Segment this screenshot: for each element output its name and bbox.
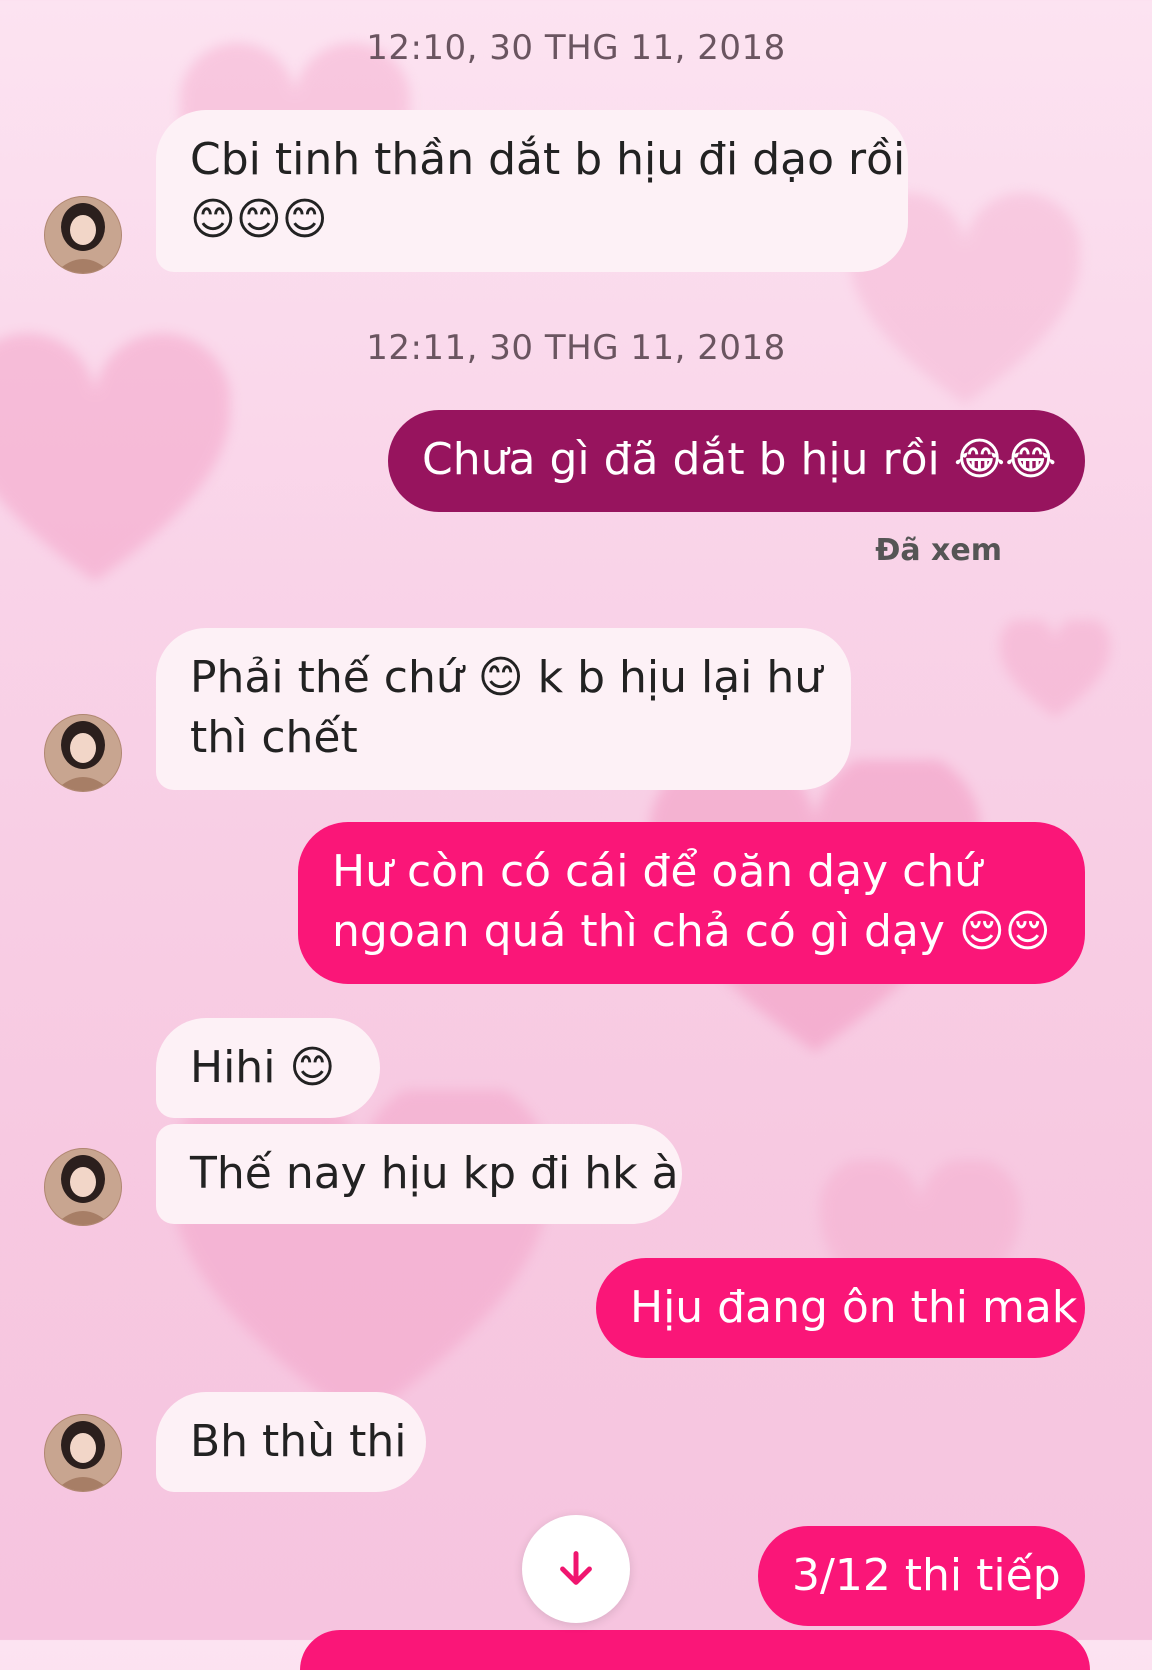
outgoing-message-bubble-partial[interactable] xyxy=(300,1630,1090,1670)
message-text: 😊😊😊 xyxy=(190,194,328,245)
message-thread: 12:10, 30 THG 11, 2018 Cbi tinh thần dắt… xyxy=(0,0,1152,1670)
outgoing-message-bubble[interactable]: 3/12 thi tiếp xyxy=(758,1526,1085,1626)
message-text: Thế nay hịu kp đi hk à xyxy=(190,1148,679,1199)
incoming-message-bubble[interactable]: Cbi tinh thần dắt b hịu đi dạo rồi 😊😊😊 xyxy=(156,110,908,272)
message-text: Hihi 😊 xyxy=(190,1042,336,1093)
outgoing-message-bubble[interactable]: Hư còn có cái để oăn dạy chứ ngoan quá t… xyxy=(298,822,1085,984)
message-text: ngoan quá thì chả có gì dạy 😌😌 xyxy=(332,906,1051,957)
incoming-message-bubble[interactable]: Thế nay hịu kp đi hk à xyxy=(156,1124,682,1224)
incoming-message-bubble[interactable]: Bh thù thi xyxy=(156,1392,426,1492)
incoming-message-bubble[interactable]: Hihi 😊 xyxy=(156,1018,380,1118)
timestamp: 12:10, 30 THG 11, 2018 xyxy=(366,28,786,68)
arrow-down-icon xyxy=(560,1551,592,1585)
seen-status: Đã xem xyxy=(875,533,1002,568)
message-text: Chưa gì đã dắt b hịu rồi 😂😂 xyxy=(422,434,1057,485)
contact-avatar[interactable] xyxy=(44,714,122,792)
message-text: Cbi tinh thần dắt b hịu đi dạo rồi xyxy=(190,134,906,185)
message-text: Hịu đang ôn thi mak xyxy=(630,1282,1078,1333)
message-text: 3/12 thi tiếp xyxy=(792,1550,1061,1601)
message-text: Hư còn có cái để oăn dạy chứ xyxy=(332,846,983,897)
outgoing-message-bubble[interactable]: Chưa gì đã dắt b hịu rồi 😂😂 xyxy=(388,410,1085,512)
contact-avatar[interactable] xyxy=(44,1148,122,1226)
message-text: Bh thù thi xyxy=(190,1416,407,1467)
contact-avatar[interactable] xyxy=(44,196,122,274)
message-text: Phải thế chứ 😊 k b hịu lại hư xyxy=(190,652,823,703)
contact-avatar[interactable] xyxy=(44,1414,122,1492)
scroll-to-bottom-button[interactable] xyxy=(522,1515,630,1623)
message-text: thì chết xyxy=(190,712,358,763)
timestamp: 12:11, 30 THG 11, 2018 xyxy=(366,328,786,368)
outgoing-message-bubble[interactable]: Hịu đang ôn thi mak xyxy=(596,1258,1085,1358)
incoming-message-bubble[interactable]: Phải thế chứ 😊 k b hịu lại hư thì chết xyxy=(156,628,851,790)
